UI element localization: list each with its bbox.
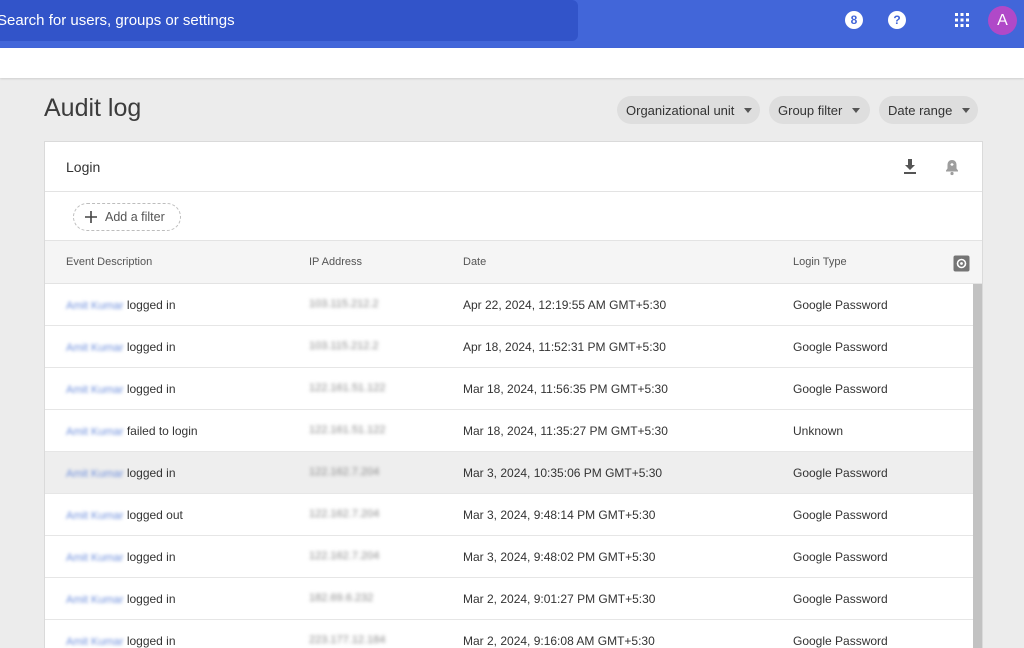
row-login-type: Google Password — [793, 634, 888, 648]
row-user[interactable]: Amit Kumar — [66, 594, 123, 606]
download-svg — [904, 159, 916, 174]
row-action: logged in — [126, 634, 176, 648]
row-ip: 223.177.12.184 — [309, 634, 386, 646]
date-range-filter-label: Date range — [888, 102, 953, 118]
row-action: logged in — [126, 466, 176, 480]
sub-header-bar — [0, 48, 1024, 78]
table-row[interactable]: Amit Kumar logged in 103.115.212.2 Apr 1… — [45, 326, 973, 368]
row-action: logged in — [126, 298, 176, 312]
table-header: Event Description IP Address Date Login … — [45, 241, 982, 284]
row-action: logged in — [126, 592, 176, 606]
avatar[interactable]: A — [988, 6, 1017, 35]
row-date: Mar 3, 2024, 10:35:06 PM GMT+5:30 — [463, 466, 663, 480]
filter-row: Add a filter — [45, 192, 982, 241]
status-glyph: 8 — [845, 11, 863, 29]
row-date: Mar 3, 2024, 9:48:02 PM GMT+5:30 — [463, 550, 656, 564]
table-row-highlighted[interactable]: Amit Kumar logged in 122.162.7.204 Mar 3… — [45, 452, 973, 494]
settings-gear-svg — [953, 255, 969, 271]
row-ip: 182.69.6.232 — [309, 592, 374, 604]
row-user[interactable]: Amit Kumar — [66, 636, 123, 648]
card-title: Login — [66, 159, 101, 175]
row-action: logged in — [126, 340, 176, 354]
row-date: Mar 3, 2024, 9:48:14 PM GMT+5:30 — [463, 508, 656, 522]
row-login-type: Google Password — [793, 466, 888, 480]
row-ip: 103.115.212.2 — [309, 340, 379, 352]
row-ip: 122.161.51.122 — [309, 382, 386, 394]
row-login-type: Google Password — [793, 340, 888, 354]
row-date: Mar 18, 2024, 11:35:27 PM GMT+5:30 — [463, 424, 668, 438]
download-icon[interactable] — [900, 157, 920, 177]
row-login-type: Google Password — [793, 592, 888, 606]
search-placeholder: Search for users, groups or settings — [0, 12, 235, 29]
table-row[interactable]: Amit Kumar logged in 223.177.12.184 Mar … — [45, 620, 973, 648]
caret-down-icon — [744, 107, 753, 113]
audit-log-card: Login Add a filter Event Description IP … — [45, 142, 982, 648]
row-login-type: Google Password — [793, 298, 888, 312]
card-header: Login — [45, 142, 982, 192]
row-action: logged out — [126, 508, 183, 522]
row-user[interactable]: Amit Kumar — [66, 384, 123, 396]
group-filter-label: Group filter — [778, 102, 843, 118]
alert-bell-svg — [946, 160, 958, 176]
row-user[interactable]: Amit Kumar — [66, 426, 123, 438]
row-login-type: Google Password — [793, 550, 888, 564]
row-action: failed to login — [126, 424, 198, 438]
org-unit-filter[interactable]: Organizational unit — [617, 96, 760, 124]
row-ip: 122.162.7.204 — [309, 550, 380, 562]
row-login-type: Unknown — [793, 424, 844, 438]
row-ip: 122.162.7.204 — [309, 508, 380, 520]
row-ip: 122.162.7.204 — [309, 466, 380, 478]
search-input[interactable]: Search for users, groups or settings — [0, 0, 578, 41]
caret-down-icon — [852, 107, 861, 113]
row-action: logged in — [126, 382, 176, 396]
table-row[interactable]: Amit Kumar logged out 122.162.7.204 Mar … — [45, 494, 973, 536]
row-date: Apr 18, 2024, 11:52:31 PM GMT+5:30 — [463, 340, 666, 354]
table-row[interactable]: Amit Kumar failed to login 122.161.51.12… — [45, 410, 973, 452]
date-range-filter[interactable]: Date range — [879, 96, 978, 124]
plus-icon — [85, 211, 97, 223]
row-action: logged in — [126, 550, 176, 564]
row-ip: 103.115.212.2 — [309, 298, 379, 310]
row-user[interactable]: Amit Kumar — [66, 510, 123, 522]
table-row[interactable]: Amit Kumar logged in 103.115.212.2 Apr 2… — [45, 284, 973, 326]
column-header-date[interactable]: Date — [463, 256, 486, 268]
row-date: Mar 2, 2024, 9:01:27 PM GMT+5:30 — [463, 592, 656, 606]
row-user[interactable]: Amit Kumar — [66, 468, 123, 480]
apps-grid-icon[interactable] — [952, 10, 972, 30]
org-unit-filter-label: Organizational unit — [626, 102, 735, 118]
add-filter-button[interactable]: Add a filter — [73, 203, 181, 231]
column-header-ip[interactable]: IP Address — [309, 256, 362, 268]
table-scrollbar[interactable] — [973, 284, 982, 648]
caret-down-icon — [962, 107, 971, 113]
row-date: Mar 18, 2024, 11:56:35 PM GMT+5:30 — [463, 382, 668, 396]
help-icon[interactable]: ? — [887, 10, 907, 30]
row-ip: 122.161.51.122 — [309, 424, 386, 436]
table-body: Amit Kumar logged in 103.115.212.2 Apr 2… — [45, 284, 982, 648]
status-icon[interactable]: 8 — [844, 10, 864, 30]
table-row[interactable]: Amit Kumar logged in 122.161.51.122 Mar … — [45, 368, 973, 410]
row-date: Mar 2, 2024, 9:16:08 AM GMT+5:30 — [463, 634, 655, 648]
column-header-login-type[interactable]: Login Type — [793, 256, 847, 268]
table-row[interactable]: Amit Kumar logged in 122.162.7.204 Mar 3… — [45, 536, 973, 578]
group-filter[interactable]: Group filter — [769, 96, 870, 124]
row-login-type: Google Password — [793, 508, 888, 522]
row-user[interactable]: Amit Kumar — [66, 300, 123, 312]
column-header-event[interactable]: Event Description — [66, 256, 152, 268]
apps-grid-svg — [955, 13, 969, 27]
alert-bell-icon[interactable] — [942, 157, 962, 177]
page-title: Audit log — [44, 94, 142, 122]
row-user[interactable]: Amit Kumar — [66, 342, 123, 354]
settings-gear-icon[interactable] — [951, 253, 971, 273]
row-user[interactable]: Amit Kumar — [66, 552, 123, 564]
top-bar: Search for users, groups or settings 8 ?… — [0, 0, 1024, 48]
row-date: Apr 22, 2024, 12:19:55 AM GMT+5:30 — [463, 298, 667, 312]
help-glyph: ? — [888, 11, 906, 29]
table-row[interactable]: Amit Kumar logged in 182.69.6.232 Mar 2,… — [45, 578, 973, 620]
row-login-type: Google Password — [793, 382, 888, 396]
add-filter-label: Add a filter — [105, 210, 165, 224]
